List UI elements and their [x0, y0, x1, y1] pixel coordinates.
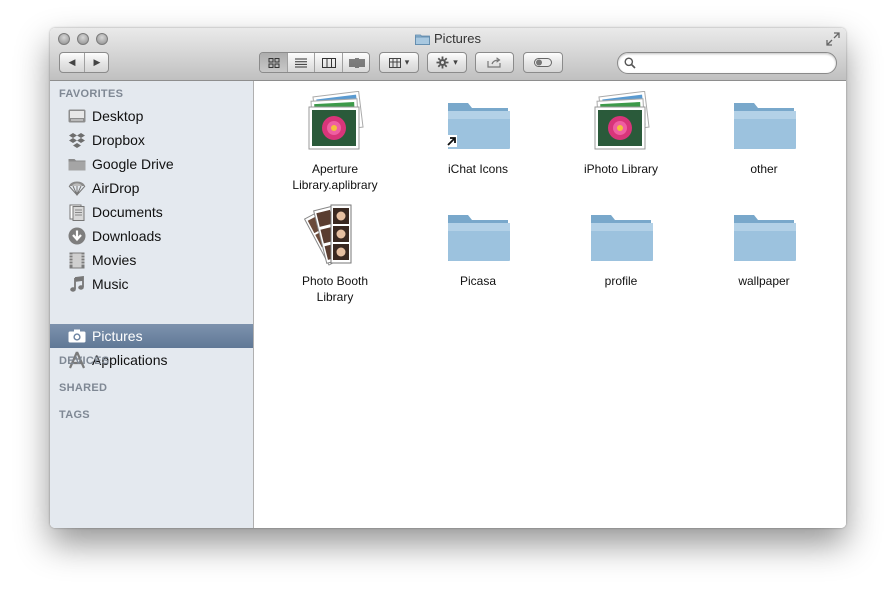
list-view-button[interactable] — [288, 53, 315, 72]
photo-library-icon — [303, 90, 367, 155]
file-name: Photo Booth Library — [301, 274, 369, 304]
file-name: other — [750, 162, 778, 176]
icon-view-button[interactable] — [260, 53, 288, 72]
search-input[interactable] — [640, 55, 834, 72]
back-button[interactable]: ◀ — [60, 53, 85, 72]
file-item-wallpaper[interactable]: wallpaper — [694, 203, 834, 289]
sidebar-item-label: AirDrop — [92, 180, 140, 196]
list-view-icon — [295, 58, 307, 67]
forward-arrow-icon: ▶ — [93, 57, 101, 67]
file-name: wallpaper — [738, 274, 790, 288]
sidebar-item-airdrop[interactable]: AirDrop — [50, 176, 253, 200]
action-button[interactable]: ▾ — [427, 52, 467, 73]
tags-toggle-button[interactable] — [523, 52, 563, 73]
title-bar[interactable]: Pictures ◀ ▶ ▾ ▾ — [50, 28, 846, 81]
file-name: Aperture Library.aplibrary — [292, 162, 378, 192]
forward-button[interactable]: ▶ — [85, 53, 109, 72]
file-name: iChat Icons — [447, 162, 509, 176]
sidebar-item-label: Google Drive — [92, 156, 174, 172]
share-button[interactable] — [475, 52, 514, 73]
chevron-down-icon: ▾ — [404, 57, 410, 67]
file-item-iphoto-library[interactable]: iPhoto Library — [551, 90, 691, 177]
sidebar-item-desktop[interactable]: Desktop — [50, 104, 253, 128]
sidebar-item-label: Movies — [92, 252, 137, 268]
documents-icon — [67, 203, 87, 221]
sidebar-item-music[interactable]: Music — [50, 272, 253, 296]
coverflow-view-icon — [349, 57, 365, 68]
tags-header[interactable]: TAGS — [59, 409, 90, 421]
folder-icon — [446, 203, 510, 267]
column-view-icon — [321, 57, 336, 68]
file-name: profile — [604, 274, 638, 288]
back-arrow-icon: ◀ — [68, 57, 76, 67]
view-mode-control — [259, 52, 370, 73]
tag-toggle-icon — [534, 58, 552, 67]
finder-window: Pictures ◀ ▶ ▾ ▾ FAVORITES Desktop Dropb… — [50, 28, 846, 528]
sidebar-item-google-drive[interactable]: Google Drive — [50, 152, 253, 176]
file-name: iPhoto Library — [583, 162, 659, 176]
desktop-icon — [67, 107, 87, 125]
sidebar-item-pictures[interactable]: Pictures — [50, 324, 253, 348]
sidebar-item-documents[interactable]: Documents — [50, 200, 253, 224]
sidebar-item-label: Documents — [92, 204, 163, 220]
sidebar-item-label: Desktop — [92, 108, 144, 124]
devices-header[interactable]: DEVICES — [59, 355, 109, 367]
back-forward-control: ◀ ▶ — [59, 52, 109, 73]
sidebar-item-label: Music — [92, 276, 129, 292]
file-item-profile[interactable]: profile — [551, 203, 691, 289]
coverflow-view-button[interactable] — [343, 53, 369, 72]
arrange-icon — [388, 57, 401, 68]
downloads-icon — [67, 227, 87, 245]
folder-icon — [67, 155, 87, 173]
chevron-down-icon: ▾ — [453, 57, 458, 67]
arrange-button[interactable]: ▾ — [379, 52, 419, 73]
folder-icon — [589, 203, 653, 267]
sidebar-item-label: Pictures — [92, 328, 143, 344]
sidebar-item-downloads[interactable]: Downloads — [50, 224, 253, 248]
file-item-ichat-icons[interactable]: iChat Icons — [408, 91, 548, 177]
sidebar-item-label: Downloads — [92, 228, 162, 244]
airdrop-icon — [67, 179, 87, 197]
movies-icon — [67, 251, 87, 269]
file-item-picasa[interactable]: Picasa — [408, 203, 548, 289]
file-item-other[interactable]: other — [694, 91, 834, 177]
search-field[interactable] — [617, 52, 837, 74]
dropbox-icon — [67, 131, 87, 149]
file-item-photo-booth-library[interactable]: Photo Booth Library — [265, 203, 405, 305]
window-title: Pictures — [434, 31, 481, 46]
file-item-aperture-library[interactable]: Aperture Library.aplibrary — [265, 90, 405, 193]
camera-icon — [67, 327, 87, 345]
photo-library-icon — [589, 90, 653, 155]
share-icon — [486, 57, 501, 68]
music-icon — [67, 275, 87, 293]
photo-booth-icon — [303, 203, 367, 267]
sidebar: FAVORITES Desktop Dropbox Google Drive A… — [50, 81, 254, 528]
file-browser: Aperture Library.aplibrary iChat Icons i… — [255, 81, 846, 528]
file-name: Picasa — [459, 274, 497, 288]
sidebar-item-label: Dropbox — [92, 132, 145, 148]
column-view-button[interactable] — [315, 53, 343, 72]
folder-alias-icon — [445, 91, 510, 155]
shared-header[interactable]: SHARED — [59, 382, 107, 394]
folder-icon — [732, 203, 796, 267]
search-icon — [624, 57, 636, 69]
sidebar-item-dropbox[interactable]: Dropbox — [50, 128, 253, 152]
folder-icon — [415, 34, 430, 45]
window-title-area: Pictures — [50, 31, 846, 46]
icon-view-icon — [268, 57, 279, 68]
favorites-header: FAVORITES — [59, 88, 124, 100]
gear-icon — [436, 56, 449, 69]
folder-icon — [732, 91, 796, 155]
fullscreen-icon[interactable] — [826, 32, 840, 46]
sidebar-item-movies[interactable]: Movies — [50, 248, 253, 272]
